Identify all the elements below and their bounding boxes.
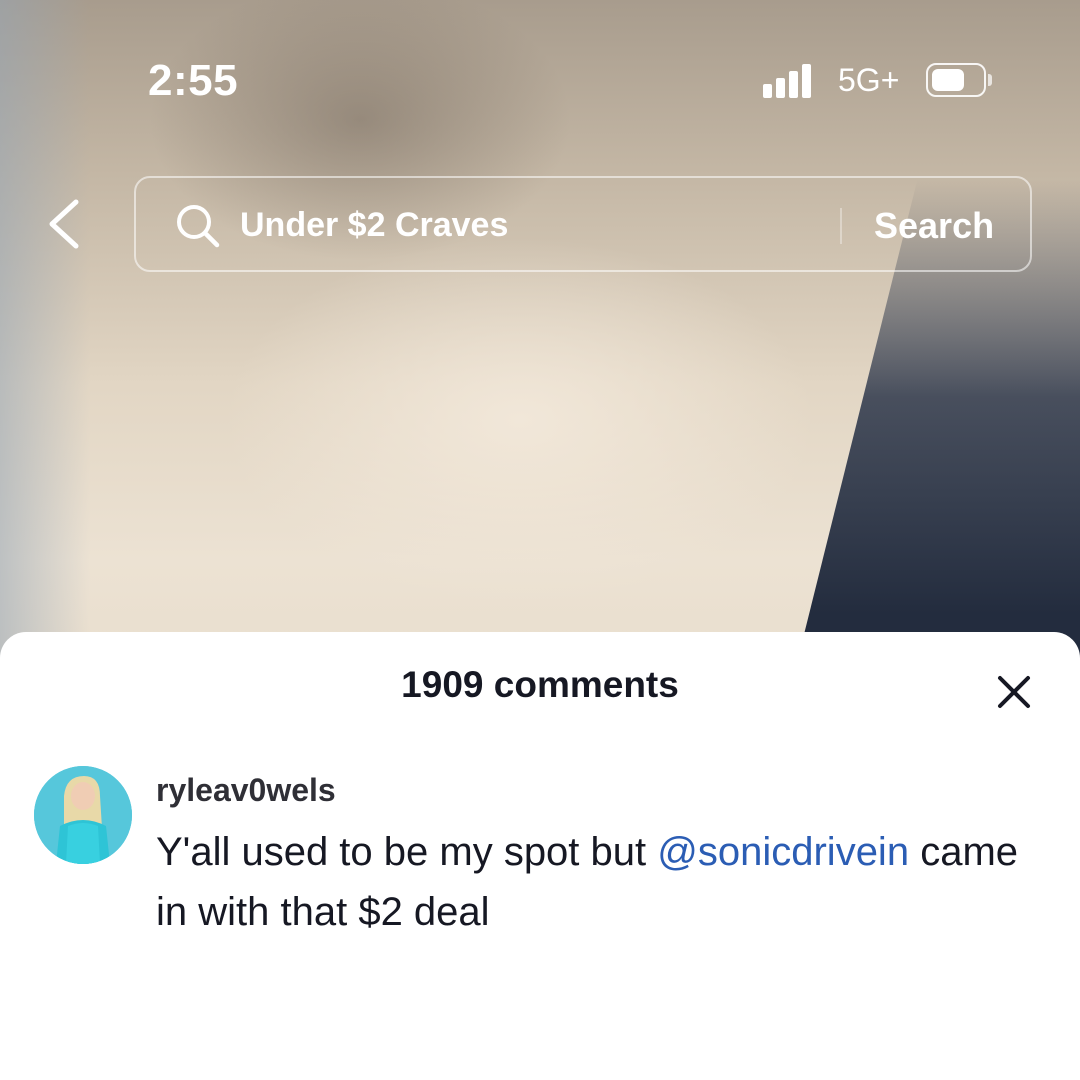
back-button[interactable]	[38, 192, 98, 256]
comments-count: 1909 comments	[401, 664, 679, 705]
search-divider	[840, 208, 842, 244]
battery-icon	[926, 63, 992, 97]
close-button[interactable]	[990, 668, 1038, 716]
back-chevron-icon	[49, 199, 79, 249]
close-icon	[998, 676, 1030, 708]
search-box[interactable]: Under $2 Craves Search	[134, 176, 1032, 272]
comment-mention-link[interactable]: @sonicdrivein	[657, 830, 909, 874]
comment-text: Y'all used to be my spot but @sonicdrive…	[156, 822, 1036, 942]
comment-text-before: Y'all used to be my spot but	[156, 830, 658, 874]
search-input[interactable]: Under $2 Craves	[240, 206, 508, 245]
comment-username[interactable]: ryleav0wels	[156, 772, 336, 809]
avatar-image	[34, 766, 132, 864]
status-time: 2:55	[148, 56, 239, 105]
network-type: 5G+	[838, 62, 900, 98]
comments-sheet: 1909 comments ryleav0wels Y'all used to …	[0, 632, 1080, 1080]
search-icon	[177, 205, 220, 248]
signal-icon	[763, 62, 819, 98]
video-left-edge	[0, 0, 90, 700]
search-button[interactable]: Search	[874, 205, 994, 247]
screen: 2:55 5G+ Under $2 Craves Search 1909 com…	[0, 0, 1080, 1080]
avatar[interactable]	[34, 766, 132, 864]
